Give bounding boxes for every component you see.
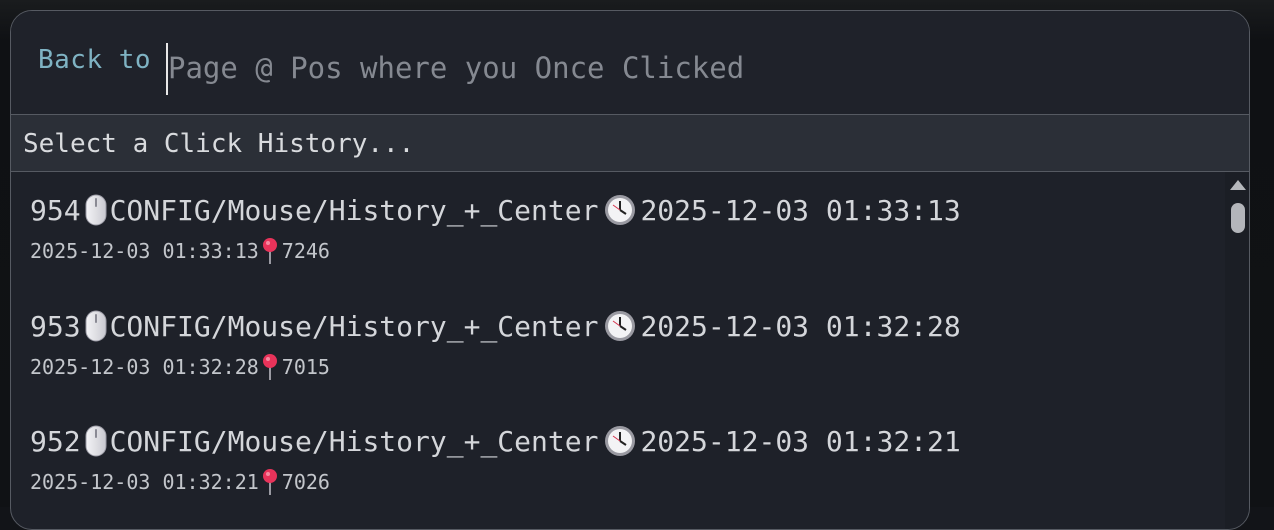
clock-icon (605, 426, 636, 456)
item-title-line: 952 CONFIG/Mouse/History_+_Center 2025-1… (30, 421, 961, 461)
item-sub-datetime: 2025-12-03 01:32:21 (30, 470, 259, 494)
search-placeholder: Page @ Pos where you Once Clicked (168, 51, 745, 85)
list-header: Select a Click History... (11, 115, 1249, 172)
click-history-palette: Back to Page @ Pos where you Once Clicke… (10, 10, 1250, 530)
list-item[interactable]: 954 CONFIG/Mouse/History_+_Center 2025-1… (11, 172, 1225, 288)
clock-icon (605, 311, 636, 341)
item-detail-line: 2025-12-03 01:33:13 7246 (30, 236, 330, 266)
scroll-up-arrow-icon[interactable] (1230, 180, 1246, 190)
item-datetime: 2025-12-03 01:32:21 (640, 424, 961, 458)
scroll-thumb[interactable] (1231, 203, 1245, 233)
mouse-icon (85, 310, 107, 342)
search-input[interactable]: Page @ Pos where you Once Clicked (166, 43, 1226, 95)
item-sub-datetime: 2025-12-03 01:32:28 (30, 355, 259, 379)
list-header-text: Select a Click History... (23, 129, 415, 159)
item-position: 7026 (281, 470, 330, 494)
item-id: 952 (30, 424, 81, 458)
pin-icon (262, 354, 277, 380)
prompt-label: Back to (38, 45, 152, 75)
item-title-line: 953 CONFIG/Mouse/History_+_Center 2025-1… (30, 306, 961, 346)
item-id: 954 (30, 193, 81, 227)
item-id: 953 (30, 309, 81, 343)
item-title-line: 954 CONFIG/Mouse/History_+_Center 2025-1… (30, 190, 961, 230)
item-position: 7246 (281, 239, 330, 263)
item-sub-datetime: 2025-12-03 01:33:13 (30, 239, 259, 263)
item-path: CONFIG/Mouse/History_+_Center (109, 424, 599, 458)
item-datetime: 2025-12-03 01:33:13 (640, 193, 961, 227)
list-item[interactable]: 953 CONFIG/Mouse/History_+_Center 2025-1… (11, 288, 1225, 404)
item-datetime: 2025-12-03 01:32:28 (640, 309, 961, 343)
pin-icon (262, 469, 277, 495)
item-detail-line: 2025-12-03 01:32:21 7026 (30, 467, 330, 497)
list-scrollbar[interactable] (1225, 172, 1249, 529)
item-path: CONFIG/Mouse/History_+_Center (109, 309, 599, 343)
list-item[interactable]: 952 CONFIG/Mouse/History_+_Center 2025-1… (11, 403, 1225, 519)
item-path: CONFIG/Mouse/History_+_Center (109, 193, 599, 227)
prompt-row: Back to Page @ Pos where you Once Clicke… (11, 11, 1249, 115)
item-detail-line: 2025-12-03 01:32:28 7015 (30, 352, 330, 382)
history-list: 954 CONFIG/Mouse/History_+_Center 2025-1… (11, 172, 1225, 529)
item-position: 7015 (281, 355, 330, 379)
mouse-icon (85, 194, 107, 226)
clock-icon (605, 195, 636, 225)
pin-icon (262, 238, 277, 264)
mouse-icon (85, 425, 107, 457)
